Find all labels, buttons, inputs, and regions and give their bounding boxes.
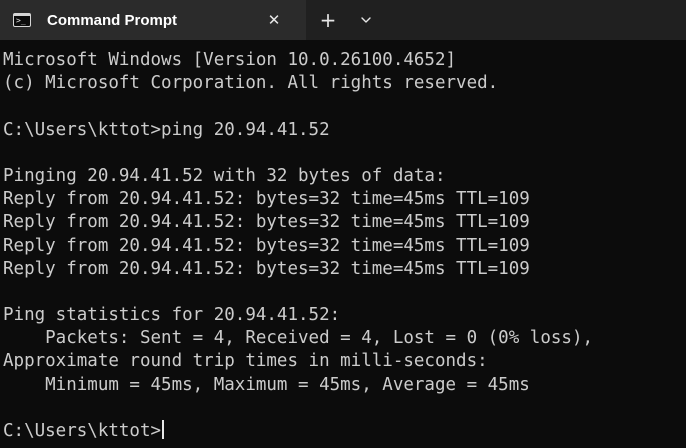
terminal-icon-glyph: >_ [16,16,26,25]
console-line: Reply from 20.94.41.52: bytes=32 time=45… [3,212,530,233]
tab-command-prompt[interactable]: >_ Command Prompt ✕ [0,0,306,40]
tab-strip: >_ Command Prompt ✕ + [0,0,686,40]
console-line: Ping statistics for 20.94.41.52: [3,305,341,326]
console-line: Reply from 20.94.41.52: bytes=32 time=45… [3,235,530,256]
text-cursor [162,420,165,439]
command-prompt-line[interactable]: C:\Users\kttot> [3,420,686,443]
terminal-icon: >_ [13,13,31,27]
terminal-window: >_ Command Prompt ✕ + Microsoft Windows … [0,0,686,448]
new-tab-button[interactable]: + [314,6,342,34]
console-line: Packets: Sent = 4, Received = 4, Lost = … [3,328,594,349]
prompt-text: C:\Users\kttot> [3,421,162,441]
console-output[interactable]: Microsoft Windows [Version 10.0.26100.46… [3,49,686,448]
console-line: Reply from 20.94.41.52: bytes=32 time=45… [3,258,530,279]
tab-title: Command Prompt [47,12,178,29]
console-line: Reply from 20.94.41.52: bytes=32 time=45… [3,189,530,210]
console-line: C:\Users\kttot>ping 20.94.41.52 [3,119,330,140]
close-tab-icon[interactable]: ✕ [262,8,286,32]
console-line: Minimum = 45ms, Maximum = 45ms, Average … [3,374,530,395]
tab-dropdown-button[interactable] [352,6,380,34]
console-line: Approximate round trip times in milli-se… [3,351,488,372]
console-line: Microsoft Windows [Version 10.0.26100.46… [3,50,457,70]
console-line: (c) Microsoft Corporation. All rights re… [3,73,499,94]
chevron-down-icon [361,17,371,23]
console-line: Pinging 20.94.41.52 with 32 bytes of dat… [3,165,446,186]
